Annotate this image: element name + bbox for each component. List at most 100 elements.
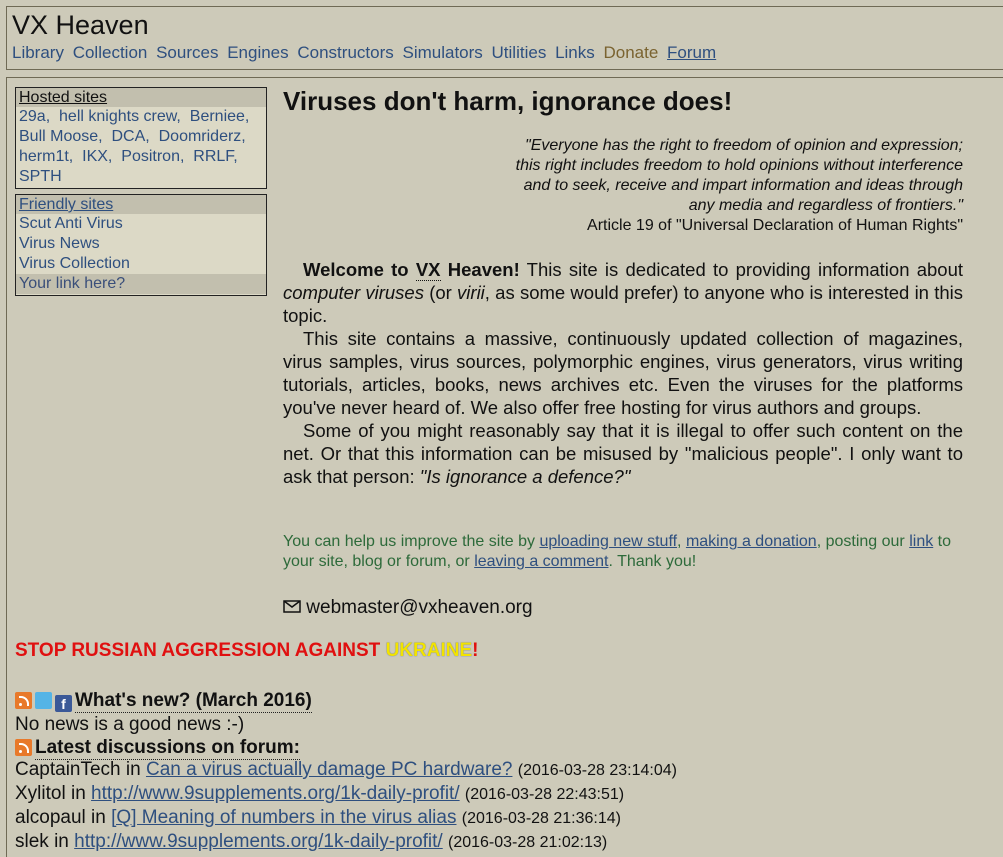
- friendly-link-virus-news[interactable]: Virus News: [19, 234, 263, 254]
- vx-abbr: VX: [415, 259, 441, 281]
- hosted-link-ikx[interactable]: IKX,: [82, 148, 112, 165]
- welcome-text-part: virii: [457, 282, 485, 303]
- post-user: slek: [15, 831, 49, 852]
- post-topic-link[interactable]: Can a virus actually damage PC hardware?: [146, 759, 512, 780]
- hosted-link-spth[interactable]: SPTH: [19, 168, 62, 185]
- post-date: (2016-03-28 23:14:04): [517, 762, 677, 779]
- hosted-sites-box: Hosted sites 29a, hell knights crew, Ber…: [15, 87, 267, 189]
- site-title[interactable]: VX Heaven: [12, 10, 149, 41]
- nav-constructors[interactable]: Constructors: [297, 43, 393, 62]
- forum-title[interactable]: Latest discussions on forum:: [35, 736, 300, 760]
- mail-icon: [283, 597, 306, 618]
- quote-source: Article 19 of "Universal Declaration of …: [587, 217, 963, 234]
- friendly-sites-list: Scut Anti Virus Virus News Virus Collect…: [16, 214, 266, 294]
- post-in: in: [120, 759, 146, 780]
- nav-collection[interactable]: Collection: [73, 43, 148, 62]
- friendly-link-virus-collection[interactable]: Virus Collection: [19, 254, 263, 274]
- post-date: (2016-03-28 21:36:14): [461, 810, 621, 827]
- help-text-part: . Thank you!: [608, 553, 697, 570]
- welcome-text-part: This site is dedicated to providing info…: [519, 259, 964, 280]
- friendly-sites-box: Friendly sites Scut Anti Virus Virus New…: [15, 194, 267, 296]
- welcome-paragraph-2: This site contains a massive, continuous…: [283, 328, 963, 418]
- welcome-text-part: (or: [423, 282, 458, 303]
- email-contact[interactable]: webmaster@vxheaven.org: [283, 597, 533, 619]
- friendly-sites-title[interactable]: Friendly sites: [16, 195, 266, 214]
- rss-icon[interactable]: [15, 739, 32, 756]
- hosted-link-doomriderz[interactable]: Doomriderz,: [159, 128, 246, 145]
- hosted-link-herm1t[interactable]: herm1t,: [19, 148, 73, 165]
- post-user: CaptainTech: [15, 759, 121, 780]
- help-text: You can help us improve the site by uplo…: [283, 532, 963, 572]
- hosted-link-positron[interactable]: Positron,: [121, 148, 184, 165]
- forum-header-row: Latest discussions on forum:: [15, 736, 312, 760]
- post-date: (2016-03-28 22:43:51): [464, 786, 625, 803]
- banner-text: STOP RUSSIAN AGGRESSION AGAINST: [15, 640, 386, 661]
- nav-sources[interactable]: Sources: [156, 43, 218, 62]
- forum-post: alcopaul in [Q] Meaning of numbers in th…: [15, 806, 677, 830]
- hosted-sites-list: 29a, hell knights crew, Berniee, Bull Mo…: [16, 107, 266, 187]
- welcome-text-part: computer viruses: [283, 282, 424, 303]
- quote-line: and to seek, receive and impart informat…: [523, 177, 963, 194]
- nav-library[interactable]: Library: [12, 43, 64, 62]
- comment-link[interactable]: leaving a comment: [474, 553, 608, 570]
- post-topic-link[interactable]: http://www.9supplements.org/1k-daily-pro…: [91, 783, 460, 804]
- page-headline: Viruses don't harm, ignorance does!: [283, 86, 733, 116]
- welcome-heaven: Heaven!: [447, 259, 520, 280]
- top-nav: Library Collection Sources Engines Const…: [12, 43, 720, 63]
- hosted-link-rrlf[interactable]: RRLF,: [193, 148, 237, 165]
- friendly-link-scut[interactable]: Scut Anti Virus: [19, 214, 263, 234]
- banner-ukr-b: AINE: [426, 640, 473, 661]
- forum-post: CaptainTech in Can a virus actually dama…: [15, 758, 677, 782]
- rss-icon[interactable]: [15, 692, 32, 709]
- post-in: in: [85, 807, 112, 828]
- welcome-text-part: "Is ignorance a defence?": [419, 466, 631, 487]
- hosted-link-hkc[interactable]: hell knights crew,: [59, 108, 181, 125]
- news-header-row: f What's new? (March 2016): [15, 689, 312, 713]
- quote-block: "Everyone has the right to freedom of op…: [283, 136, 963, 236]
- friendly-your-link[interactable]: Your link here?: [16, 274, 266, 294]
- site-header: VX Heaven Library Collection Sources Eng…: [6, 6, 1003, 70]
- hosted-link-berniee[interactable]: Berniee,: [190, 108, 250, 125]
- quote-line: this right includes freedom to hold opin…: [515, 157, 963, 174]
- nav-links[interactable]: Links: [555, 43, 595, 62]
- welcome-text: Welcome to VX Heaven! This site is dedic…: [283, 258, 963, 488]
- link-link[interactable]: link: [909, 533, 933, 550]
- help-text-part: You can help us improve the site by: [283, 533, 540, 550]
- help-text-part: , posting our: [816, 533, 910, 550]
- post-user: Xylitol: [15, 783, 66, 804]
- upload-link[interactable]: uploading new stuff: [539, 533, 677, 550]
- hosted-link-29a[interactable]: 29a,: [19, 108, 50, 125]
- post-in: in: [48, 831, 75, 852]
- hosted-sites-title[interactable]: Hosted sites: [16, 88, 266, 107]
- donation-link[interactable]: making a donation: [686, 533, 817, 550]
- quote-line: "Everyone has the right to freedom of op…: [525, 137, 963, 154]
- nav-donate[interactable]: Donate: [603, 43, 658, 62]
- forum-posts: CaptainTech in Can a virus actually dama…: [15, 758, 677, 854]
- nav-engines[interactable]: Engines: [227, 43, 288, 62]
- welcome-paragraph-3: Some of you might reasonably say that it…: [283, 419, 963, 488]
- hosted-link-bull-moose[interactable]: Bull Moose,: [19, 128, 103, 145]
- hosted-link-dca[interactable]: DCA,: [111, 128, 149, 145]
- facebook-icon[interactable]: f: [55, 695, 72, 712]
- news-title[interactable]: What's new? (March 2016): [75, 689, 312, 713]
- post-user: alcopaul: [15, 807, 86, 828]
- post-topic-link[interactable]: [Q] Meaning of numbers in the virus alia…: [111, 807, 456, 828]
- news-section: f What's new? (March 2016) No news is a g…: [15, 689, 312, 760]
- help-text-part: ,: [677, 533, 686, 550]
- welcome-bold: Welcome to: [303, 259, 409, 280]
- forum-post: Xylitol in http://www.9supplements.org/1…: [15, 782, 677, 806]
- banner-end: !: [472, 640, 479, 661]
- nav-simulators[interactable]: Simulators: [402, 43, 482, 62]
- main-content: Viruses don't harm, ignorance does! "Eve…: [283, 86, 965, 618]
- welcome-paragraph-1: Welcome to VX Heaven! This site is dedic…: [283, 258, 963, 327]
- nav-utilities[interactable]: Utilities: [492, 43, 547, 62]
- email-address[interactable]: webmaster@vxheaven.org: [306, 597, 532, 618]
- nav-forum[interactable]: Forum: [667, 43, 716, 62]
- post-in: in: [65, 783, 92, 804]
- ukraine-banner[interactable]: STOP RUSSIAN AGGRESSION AGAINST UKRAINE!: [15, 640, 478, 662]
- quote-line: any media and regardless of frontiers.": [688, 197, 963, 214]
- twitter-icon[interactable]: [35, 692, 52, 709]
- post-topic-link[interactable]: http://www.9supplements.org/1k-daily-pro…: [74, 831, 443, 852]
- forum-post: slek in http://www.9supplements.org/1k-d…: [15, 830, 677, 854]
- banner-ukr-a: UKR: [385, 640, 427, 661]
